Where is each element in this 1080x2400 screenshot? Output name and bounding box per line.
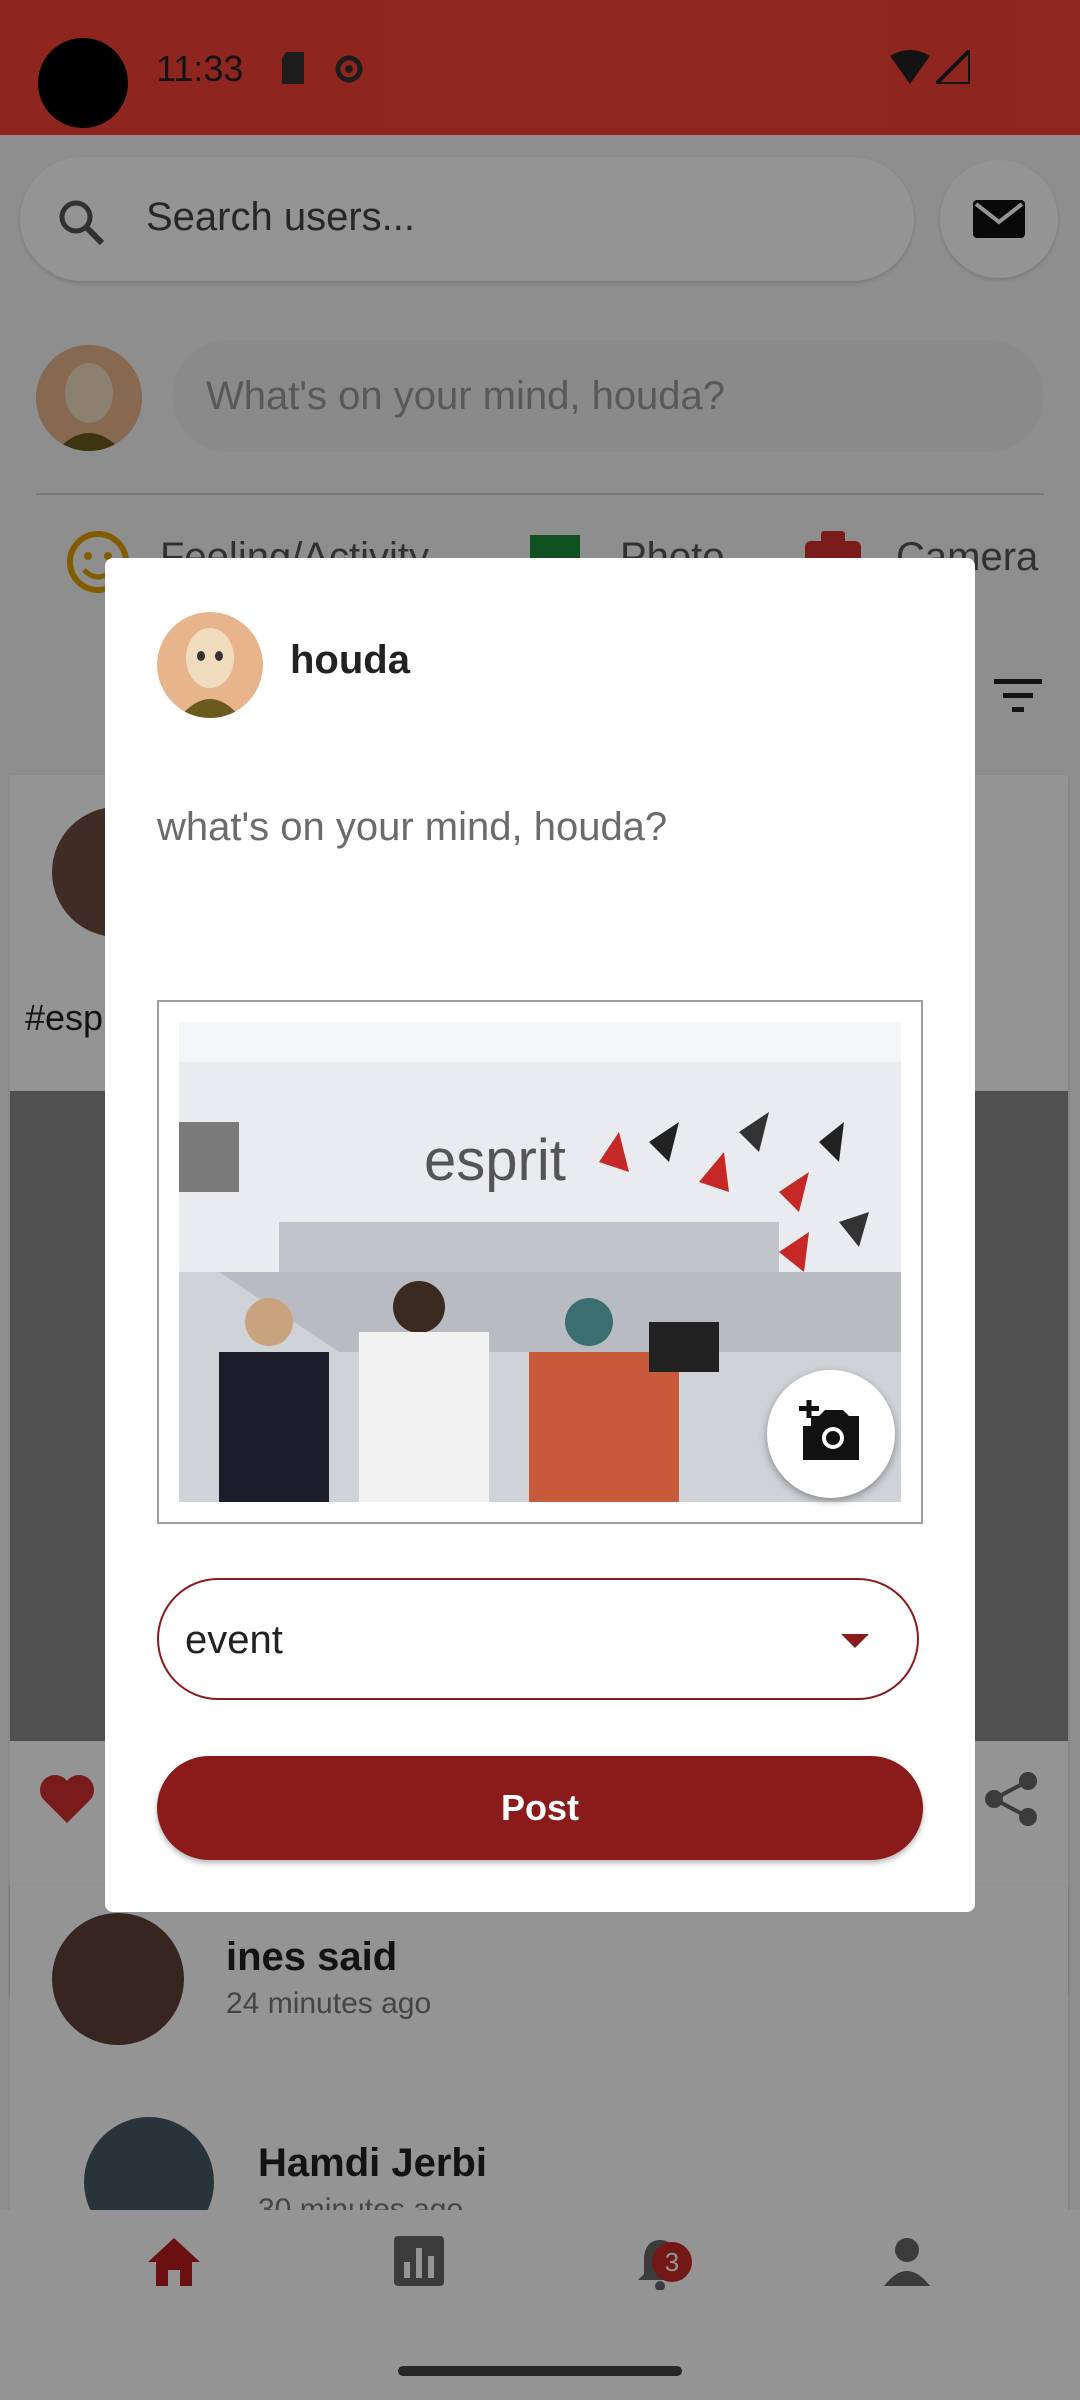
post-text-input[interactable]: what's on your mind, houda?	[157, 805, 667, 850]
category-selected-value: event	[185, 1618, 283, 1662]
category-dropdown[interactable]: event	[157, 1578, 919, 1700]
image-signage-text: esprit	[424, 1128, 566, 1193]
post-button[interactable]: Post	[157, 1756, 923, 1860]
add-photo-button[interactable]	[767, 1370, 895, 1498]
dialog-user-avatar	[157, 612, 263, 718]
dropdown-arrow-icon	[841, 1634, 869, 1648]
dialog-user-name: houda	[290, 638, 410, 682]
add-a-photo-icon	[799, 1400, 859, 1460]
create-post-dialog: houda what's on your mind, houda? esprit…	[105, 558, 975, 1912]
